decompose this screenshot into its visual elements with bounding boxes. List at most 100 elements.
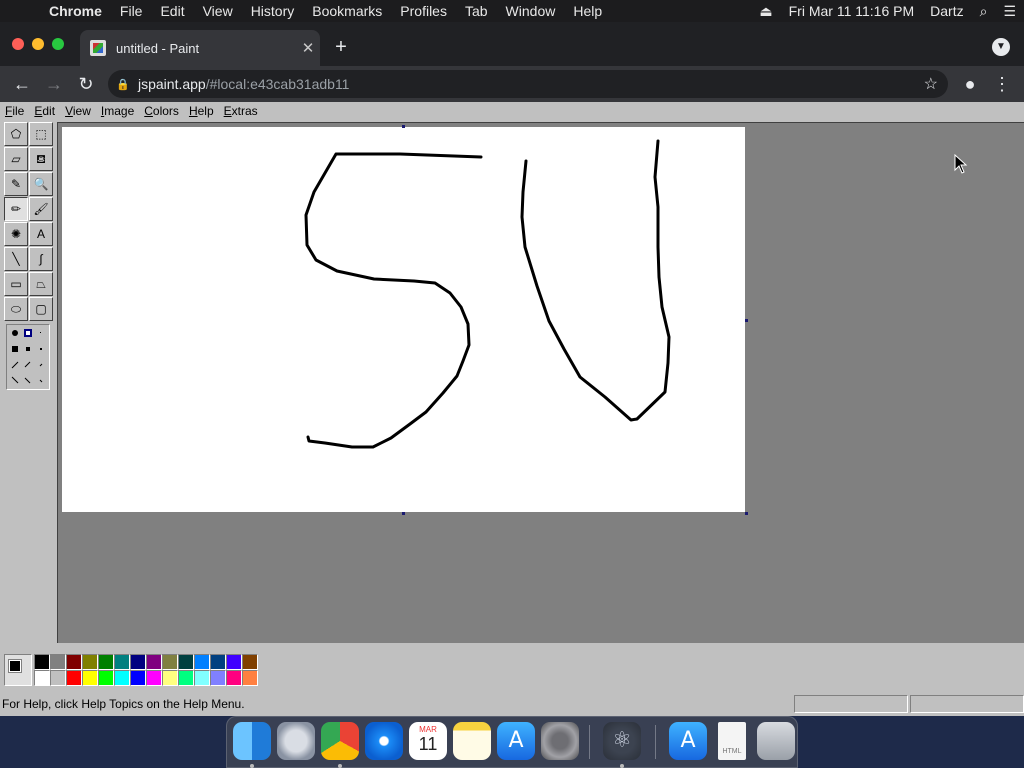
tool-pick-color-icon[interactable]: ✎ — [4, 172, 28, 196]
palette-swatch[interactable] — [50, 654, 66, 670]
palette-swatch[interactable] — [114, 654, 130, 670]
address-bar[interactable]: 🔒 jspaint.app/#local:e43cab31adb11 ☆ — [108, 70, 948, 98]
menu-edit[interactable]: Edit — [151, 0, 193, 22]
current-colors[interactable] — [4, 654, 32, 686]
palette-swatch[interactable] — [66, 670, 82, 686]
dock-html-file-icon[interactable]: HTML — [718, 722, 746, 760]
palette-swatch[interactable] — [226, 670, 242, 686]
palette-swatch[interactable] — [66, 654, 82, 670]
paint-menu-extras[interactable]: Extras — [219, 102, 263, 120]
tool-airbrush-icon[interactable]: ✺ — [4, 222, 28, 246]
palette-swatch[interactable] — [194, 654, 210, 670]
reload-icon[interactable]: ↻ — [74, 72, 98, 96]
forward-arrow-icon[interactable]: → — [42, 72, 66, 96]
eject-icon[interactable]: ⏏ — [751, 3, 780, 20]
menu-view[interactable]: View — [194, 0, 242, 22]
palette-swatch[interactable] — [82, 654, 98, 670]
palette-swatch[interactable] — [50, 670, 66, 686]
profile-avatar-icon[interactable]: ● — [958, 72, 982, 96]
dock-running-indicator — [250, 764, 254, 768]
bookmark-star-icon[interactable]: ☆ — [924, 74, 938, 94]
tool-eraser-icon[interactable]: ▱ — [4, 147, 28, 171]
palette-swatch[interactable] — [226, 654, 242, 670]
spotlight-icon[interactable]: ⌕ — [972, 3, 996, 20]
resize-handle-bottom[interactable] — [402, 512, 405, 515]
dock-app-store-download-icon[interactable]: A — [669, 722, 707, 760]
menu-profiles[interactable]: Profiles — [391, 0, 456, 22]
control-center-icon[interactable]: ☰ — [995, 3, 1024, 20]
dock-launchpad-icon[interactable] — [277, 722, 315, 760]
palette-swatch[interactable] — [130, 654, 146, 670]
user-name[interactable]: Dartz — [922, 3, 971, 19]
tab-paint[interactable]: untitled - Paint ✕ — [80, 30, 320, 66]
clock[interactable]: Fri Mar 11 11:16 PM — [781, 3, 923, 19]
resize-handle-corner[interactable] — [745, 512, 748, 515]
tool-text-icon[interactable]: A — [29, 222, 53, 246]
palette-swatch[interactable] — [162, 654, 178, 670]
close-tab-icon[interactable]: ✕ — [296, 39, 320, 57]
dock-chrome-icon[interactable] — [321, 722, 359, 760]
palette-swatch[interactable] — [114, 670, 130, 686]
tool-line-icon[interactable]: ╲ — [4, 247, 28, 271]
menu-history[interactable]: History — [242, 0, 304, 22]
tool-free-form-select-icon[interactable]: ⬠ — [4, 122, 28, 146]
palette-swatch[interactable] — [82, 670, 98, 686]
paint-menu-view[interactable]: View — [60, 102, 96, 120]
drawing-canvas[interactable] — [62, 127, 745, 512]
palette-swatch[interactable] — [146, 670, 162, 686]
menu-help[interactable]: Help — [564, 0, 611, 22]
palette-swatch[interactable] — [242, 654, 258, 670]
chrome-menu-icon[interactable]: ⋮ — [990, 72, 1014, 96]
dock-finder-icon[interactable] — [233, 722, 271, 760]
tool-rectangle-icon[interactable]: ▭ — [4, 272, 28, 296]
close-window-button[interactable] — [12, 38, 24, 50]
paint-menu-colors[interactable]: Colors — [139, 102, 184, 120]
paint-menu-edit[interactable]: Edit — [29, 102, 60, 120]
back-arrow-icon[interactable]: ← — [10, 72, 34, 96]
dock-notes-icon[interactable] — [453, 722, 491, 760]
menu-tab[interactable]: Tab — [456, 0, 497, 22]
tab-search-chevron-icon[interactable]: ▼ — [992, 38, 1010, 56]
dock-trash-icon[interactable] — [757, 722, 795, 760]
tool-magnifier-icon[interactable]: 🔍 — [29, 172, 53, 196]
resize-handle-right[interactable] — [745, 319, 748, 322]
tool-polygon-icon[interactable]: ⏢ — [29, 272, 53, 296]
tool-curve-icon[interactable]: ∫ — [29, 247, 53, 271]
brush-shape-options-icon[interactable] — [7, 325, 51, 391]
lock-icon[interactable]: 🔒 — [108, 78, 138, 91]
menu-file[interactable]: File — [111, 0, 152, 22]
palette-swatch[interactable] — [98, 670, 114, 686]
dock-atom-icon[interactable]: ⚛ — [603, 722, 641, 760]
palette-swatch[interactable] — [242, 670, 258, 686]
palette-swatch[interactable] — [130, 670, 146, 686]
tool-fill-icon[interactable]: ⛾ — [29, 147, 53, 171]
palette-swatch[interactable] — [34, 654, 50, 670]
zoom-window-button[interactable] — [52, 38, 64, 50]
menu-app-name[interactable]: Chrome — [40, 0, 111, 22]
tool-select-icon[interactable]: ⬚ — [29, 122, 53, 146]
paint-menu-file[interactable]: File — [0, 102, 29, 120]
palette-swatch[interactable] — [210, 654, 226, 670]
dock-safari-icon[interactable] — [365, 722, 403, 760]
paint-menu-image[interactable]: Image — [96, 102, 139, 120]
palette-swatch[interactable] — [162, 670, 178, 686]
tool-brush-icon[interactable]: 🖌 — [29, 197, 53, 221]
palette-swatch[interactable] — [34, 670, 50, 686]
palette-swatch[interactable] — [178, 670, 194, 686]
new-tab-button[interactable]: + — [330, 36, 352, 58]
tool-pencil-icon[interactable]: ✏ — [4, 197, 28, 221]
palette-swatch[interactable] — [210, 670, 226, 686]
dock-system-preferences-icon[interactable] — [541, 722, 579, 760]
paint-menu-help[interactable]: Help — [184, 102, 219, 120]
minimize-window-button[interactable] — [32, 38, 44, 50]
menu-bookmarks[interactable]: Bookmarks — [303, 0, 391, 22]
palette-swatch[interactable] — [146, 654, 162, 670]
dock-app-store-icon[interactable]: A — [497, 722, 535, 760]
palette-swatch[interactable] — [98, 654, 114, 670]
tool-ellipse-icon[interactable]: ⬭ — [4, 297, 28, 321]
dock-calendar-icon[interactable]: MAR 11 — [409, 722, 447, 760]
menu-window[interactable]: Window — [497, 0, 565, 22]
palette-swatch[interactable] — [178, 654, 194, 670]
tool-rounded-rectangle-icon[interactable]: ▢ — [29, 297, 53, 321]
palette-swatch[interactable] — [194, 670, 210, 686]
